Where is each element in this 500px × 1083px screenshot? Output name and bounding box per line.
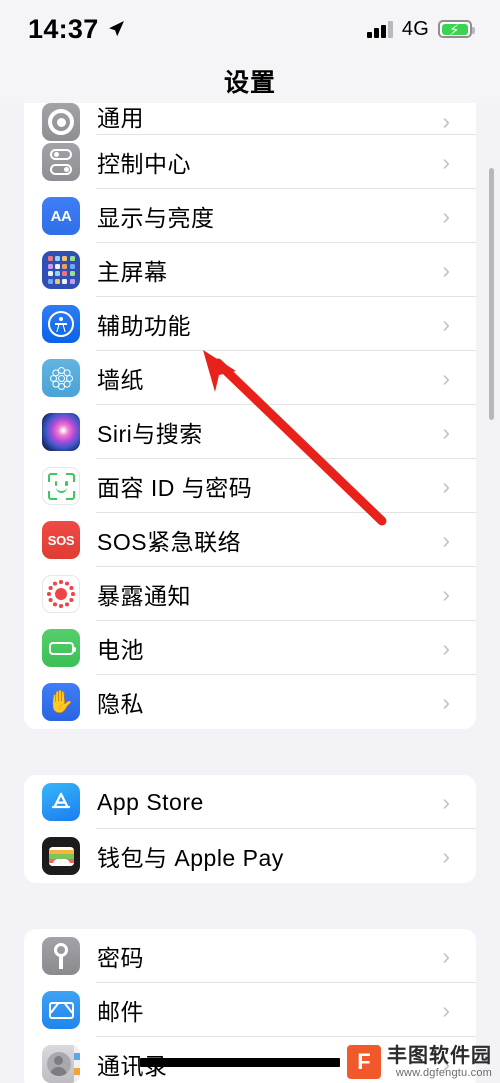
battery-charging-icon: ⚡ [438,20,475,39]
settings-row-control-center[interactable]: 控制中心 › [24,135,476,189]
settings-row-privacy[interactable]: ✋ 隐私 › [24,675,476,729]
watermark-url: www.dgfengtu.com [395,1066,492,1079]
settings-row-wallet-apple-pay[interactable]: 钱包与 Apple Pay › [24,829,476,883]
row-label: SOS紧急联络 [97,529,242,555]
settings-row-passwords[interactable]: 密码 › [24,929,476,983]
settings-row-battery[interactable]: 电池 › [24,621,476,675]
settings-row-display-brightness[interactable]: AA 显示与亮度 › [24,189,476,243]
settings-row-siri-search[interactable]: Siri与搜索 › [24,405,476,459]
chevron-right-icon: › [442,364,450,391]
app-store-icon [42,783,80,821]
page-title: 设置 [223,68,276,97]
exposure-notification-icon [42,575,80,613]
iphone-settings-screen: 14:37 4G ⚡ 设置 通用 › 控制中心 › AA 显示与亮度 › 主屏幕… [0,0,500,1083]
row-label: 主屏幕 [97,259,168,285]
navigation-bar: 设置 [0,58,500,103]
status-time: 14:37 [28,13,99,44]
settings-row-accessibility[interactable]: 辅助功能 › [24,297,476,351]
chevron-right-icon: › [442,842,450,869]
network-type-label: 4G [401,17,429,40]
group-gap [0,883,500,929]
chevron-right-icon: › [442,472,450,499]
wallpaper-icon [42,359,80,397]
settings-row-general[interactable]: 通用 › [24,103,476,141]
chevron-right-icon: › [442,788,450,815]
row-label: 控制中心 [97,151,191,177]
chevron-right-icon: › [442,688,450,715]
privacy-hand-icon: ✋ [42,683,80,721]
chevron-right-icon: › [442,634,450,661]
chevron-right-icon: › [442,202,450,229]
row-label: Siri与搜索 [97,421,203,447]
sos-icon: SOS [42,521,80,559]
watermark: F 丰图软件园 www.dgfengtu.com [347,1045,492,1079]
redaction-bar [140,1058,340,1067]
chevron-right-icon: › [442,942,450,969]
battery-icon [42,629,80,667]
watermark-logo-icon: F [347,1045,381,1079]
chevron-right-icon: › [442,310,450,337]
row-label: 电池 [97,637,144,663]
store-group: App Store › 钱包与 Apple Pay › [24,775,476,883]
face-id-icon [42,467,80,505]
settings-row-face-id-passcode[interactable]: 面容 ID 与密码 › [24,459,476,513]
wallet-icon [42,837,80,875]
row-label: 邮件 [97,999,144,1025]
row-label: 钱包与 Apple Pay [97,845,284,871]
chevron-right-icon: › [442,580,450,607]
chevron-right-icon: › [442,108,450,134]
row-label: 辅助功能 [97,313,191,339]
status-bar: 14:37 4G ⚡ [0,0,500,58]
settings-row-app-store[interactable]: App Store › [24,775,476,829]
settings-row-wallpaper[interactable]: 墙纸 › [24,351,476,405]
scrollbar-thumb[interactable] [489,168,494,420]
row-label: 暴露通知 [97,583,191,609]
status-bar-right: 4G ⚡ [367,17,475,41]
settings-scroll-area[interactable]: 通用 › 控制中心 › AA 显示与亮度 › 主屏幕 › 辅助功能 › 墙纸 ›… [0,103,500,1083]
watermark-mark: F [357,1049,371,1074]
settings-row-mail[interactable]: 邮件 › [24,983,476,1037]
passwords-key-icon [42,937,80,975]
chevron-right-icon: › [442,418,450,445]
accessibility-icon [42,305,80,343]
row-label: 密码 [97,945,144,971]
settings-row-exposure-notifications[interactable]: 暴露通知 › [24,567,476,621]
row-label: 显示与亮度 [97,205,215,231]
display-brightness-icon: AA [42,197,80,235]
location-arrow-icon [108,21,124,37]
chevron-right-icon: › [442,256,450,283]
chevron-right-icon: › [442,148,450,175]
row-label: App Store [97,788,204,815]
row-label: 隐私 [97,691,144,717]
group-gap [0,729,500,775]
settings-row-emergency-sos[interactable]: SOS SOS紧急联络 › [24,513,476,567]
mail-envelope-icon [42,991,80,1029]
settings-row-home-screen[interactable]: 主屏幕 › [24,243,476,297]
home-screen-icon [42,251,80,289]
chevron-right-icon: › [442,526,450,553]
status-bar-left: 14:37 [28,14,126,45]
cellular-signal-icon [367,20,393,38]
system-settings-group: 通用 › 控制中心 › AA 显示与亮度 › 主屏幕 › 辅助功能 › 墙纸 ›… [24,103,476,729]
contacts-icon [42,1045,80,1083]
watermark-name: 丰图软件园 [387,1044,492,1067]
control-center-icon [42,143,80,181]
siri-icon [42,413,80,451]
row-label: 通用 [97,105,144,131]
row-label: 墙纸 [97,367,144,393]
chevron-right-icon: › [442,996,450,1023]
row-label: 面容 ID 与密码 [97,475,253,501]
